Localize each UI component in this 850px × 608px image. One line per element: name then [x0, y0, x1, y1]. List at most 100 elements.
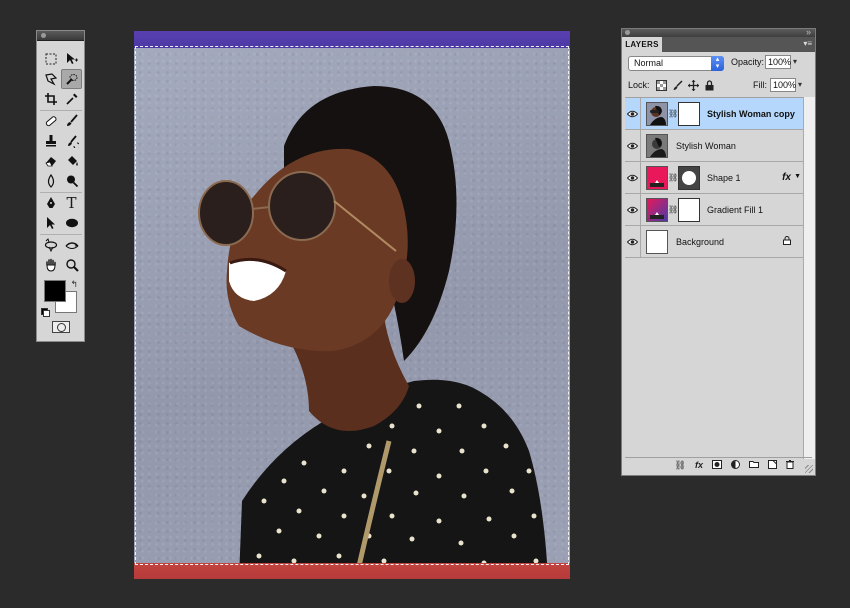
path-selection-icon [46, 217, 55, 229]
layer-effects-fx-icon[interactable]: fx [782, 172, 791, 183]
layers-scrollbar[interactable] [803, 97, 815, 459]
layer-name: Stylish Woman [676, 140, 736, 151]
tab-layers[interactable]: LAYERS [622, 37, 662, 52]
brush-tool[interactable] [61, 111, 82, 131]
lock-position-icon[interactable] [687, 79, 699, 91]
lock-image-pixels-icon[interactable] [671, 79, 683, 91]
eye-icon[interactable] [625, 193, 641, 226]
fill-field[interactable]: 100% [770, 78, 796, 92]
swap-colors-icon[interactable]: ↰ [70, 279, 78, 290]
opacity-field[interactable]: 100% [765, 55, 791, 69]
panel-menu-icon[interactable]: ▾≡ [802, 39, 812, 48]
chain-link-icon[interactable]: ⛓ [668, 173, 678, 182]
layer-list: ⛓ Stylish Woman copy Stylish Woman ⛓ Sha… [625, 97, 803, 460]
gradient-fill-bottom-band [134, 563, 570, 579]
pen-icon [46, 197, 55, 208]
path-selection-tool[interactable] [40, 213, 61, 233]
lock-fill-row: Lock: Fill: 100% ▾ [628, 78, 809, 95]
quick-mask-icon [56, 322, 66, 332]
layer-thumbnail [646, 133, 668, 158]
rectangular-marquee-tool[interactable] [40, 49, 61, 69]
gradient-fill-top-band [134, 31, 570, 48]
fill-chevron-icon[interactable]: ▾ [798, 80, 802, 89]
layer-row-shape-1[interactable]: ⛓ Shape 1 fx ▼ [625, 161, 803, 194]
blend-mode-value: Normal [634, 58, 664, 68]
opacity-chevron-icon[interactable]: ▾ [793, 57, 797, 66]
chain-link-icon[interactable]: ⛓ [668, 109, 678, 118]
layer-mask-thumbnail[interactable] [678, 101, 700, 126]
layer-name: Gradient Fill 1 [707, 204, 764, 215]
chain-link-icon[interactable]: ⛓ [668, 205, 678, 214]
crop-icon [44, 93, 57, 105]
add-mask-icon[interactable] [712, 459, 722, 471]
stamp-icon [45, 135, 56, 147]
layers-panel-tabs: LAYERS ▾≡ [622, 37, 815, 52]
quick-selection-tool[interactable] [61, 69, 82, 89]
move-tool[interactable] [61, 49, 82, 69]
document-canvas[interactable] [134, 31, 570, 579]
type-tool[interactable]: T [61, 193, 82, 213]
dodge-tool[interactable] [61, 171, 82, 191]
spot-healing-brush-tool[interactable] [40, 111, 61, 131]
layers-panel: » LAYERS ▾≡ Normal ▴ ▾ Opacity: 100% ▾ Lo… [621, 27, 816, 476]
foreground-color-swatch[interactable] [44, 280, 66, 302]
panel-resize-handle[interactable] [805, 465, 813, 473]
fill-label: Fill: [753, 80, 767, 90]
collapse-icon[interactable]: » [806, 27, 811, 37]
eye-icon[interactable] [625, 225, 641, 258]
link-layers-icon[interactable]: ⛓ [675, 460, 686, 471]
quick-mask-button[interactable] [52, 321, 70, 333]
hand-tool[interactable] [40, 255, 61, 275]
ellipse-icon [65, 218, 78, 228]
layer-row-stylish-woman-copy[interactable]: ⛓ Stylish Woman copy [625, 97, 803, 130]
blur-tool[interactable] [40, 171, 61, 191]
move-icon [66, 53, 78, 64]
default-colors-icon[interactable] [41, 308, 50, 317]
tools-panel: T ↰ [36, 30, 85, 342]
tools-panel-titlebar[interactable] [37, 31, 84, 41]
blend-mode-select[interactable]: Normal ▴ ▾ [628, 56, 724, 71]
woman-photo [198, 86, 548, 579]
lock-transparent-pixels-icon[interactable] [655, 79, 667, 91]
layer-mask-thumbnail[interactable] [678, 197, 700, 222]
trash-icon[interactable] [786, 459, 794, 471]
lasso-tool[interactable] [40, 69, 61, 89]
color-swatches: ↰ [41, 279, 81, 317]
pen-tool[interactable] [40, 193, 61, 213]
new-layer-icon[interactable] [768, 459, 777, 471]
history-brush-tool[interactable] [61, 131, 82, 151]
3d-rotate-tool[interactable] [40, 235, 61, 255]
layer-row-background[interactable]: Background [625, 225, 803, 258]
close-icon[interactable] [625, 30, 630, 35]
layers-panel-footer: ⛓ fx [625, 457, 812, 472]
zoom-tool[interactable] [61, 255, 82, 275]
lasso-icon [44, 73, 57, 86]
adjustment-layer-icon[interactable] [731, 459, 740, 471]
expand-effects-icon[interactable]: ▼ [794, 173, 801, 180]
layers-panel-titlebar[interactable]: » [622, 27, 815, 37]
eyedropper-tool[interactable] [61, 89, 82, 109]
vector-mask-thumbnail[interactable] [678, 165, 700, 190]
3d-orbit-icon [65, 242, 78, 249]
lock-all-icon[interactable] [703, 79, 715, 91]
new-group-folder-icon[interactable] [749, 460, 759, 470]
crop-tool[interactable] [40, 89, 61, 109]
paint-bucket-tool[interactable] [61, 151, 82, 171]
hand-icon [45, 258, 56, 272]
ellipse-tool[interactable] [61, 213, 82, 233]
layer-row-gradient-fill-1[interactable]: ⛓ Gradient Fill 1 [625, 193, 803, 226]
layer-row-stylish-woman[interactable]: Stylish Woman [625, 129, 803, 162]
eye-icon[interactable] [625, 129, 641, 162]
quick-selection-icon [65, 74, 77, 85]
eye-icon[interactable] [625, 161, 641, 194]
paint-bucket-icon [67, 156, 78, 166]
close-icon[interactable] [41, 33, 46, 38]
eraser-tool[interactable] [40, 151, 61, 171]
eye-icon[interactable] [625, 97, 641, 130]
clone-stamp-tool[interactable] [40, 131, 61, 151]
blend-opacity-row: Normal ▴ ▾ Opacity: 100% ▾ [628, 55, 809, 72]
eyedropper-icon [65, 93, 77, 105]
add-layer-style-fx-icon[interactable]: fx [695, 460, 703, 470]
3d-orbit-tool[interactable] [61, 235, 82, 255]
eraser-icon [44, 157, 56, 167]
